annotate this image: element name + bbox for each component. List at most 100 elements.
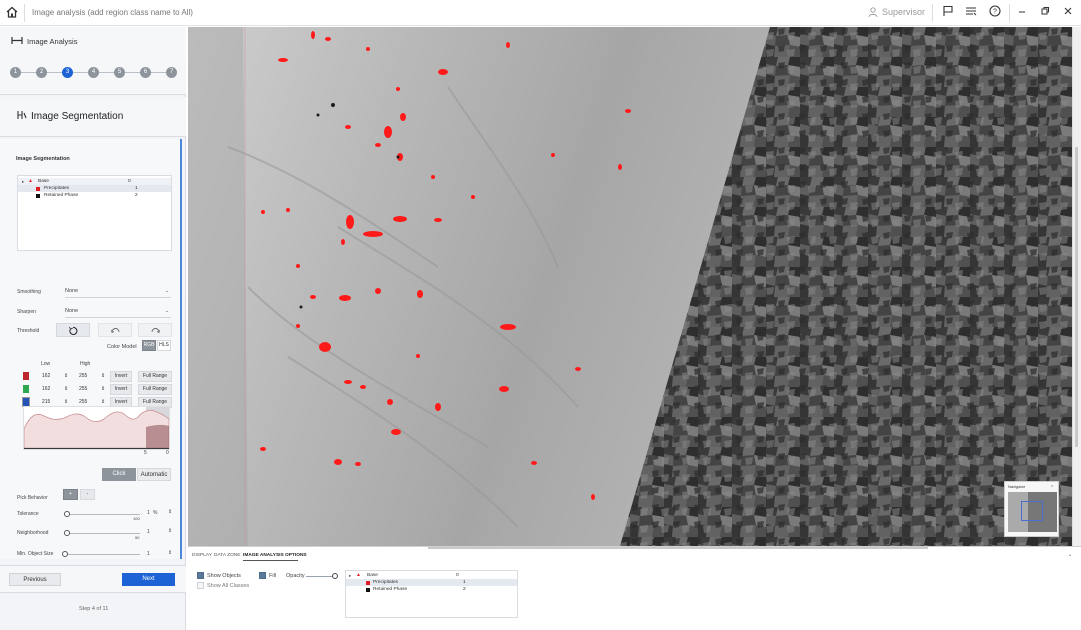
high-value[interactable]: 255 <box>79 371 87 382</box>
threshold-reset-button[interactable] <box>56 323 90 337</box>
click-mode-button[interactable]: Click <box>102 468 136 481</box>
spin-icon[interactable]: ⇕ <box>101 384 105 395</box>
navigator-label: Navigator <box>1008 484 1026 489</box>
full-range-button[interactable]: Full Range <box>138 371 172 382</box>
color-model-rgb[interactable]: RGB <box>142 340 156 351</box>
spin-icon[interactable]: ⇕ <box>168 550 172 556</box>
full-range-button[interactable]: Full Range <box>138 384 172 395</box>
step-counter: Step 4 of 11 <box>79 606 109 612</box>
invert-button[interactable]: Invert <box>110 371 132 382</box>
list-label: Base <box>367 573 378 578</box>
pick-remove-button[interactable]: - <box>80 489 95 500</box>
class-color-swatch <box>366 580 370 585</box>
step-5[interactable]: 5 <box>114 67 125 78</box>
spin-icon[interactable]: ⇕ <box>64 371 68 382</box>
navigator-thumbnail[interactable] <box>1008 492 1057 532</box>
class-tree[interactable]: ▸ ▲ Base 0 Precipitates 1 Retained Phase… <box>17 175 172 251</box>
opacity-slider[interactable] <box>306 573 338 579</box>
histogram-min: 5 <box>144 450 147 456</box>
show-objects-checkbox[interactable] <box>197 572 204 579</box>
previous-button[interactable]: Previous <box>9 573 61 586</box>
tolerance-slider[interactable] <box>64 511 140 517</box>
neighborhood-slider[interactable] <box>64 530 140 536</box>
redo-button[interactable] <box>138 323 172 337</box>
step-2[interactable]: 2 <box>36 67 47 78</box>
panel-title: Image Segmentation <box>16 156 70 162</box>
spin-icon[interactable]: ⇕ <box>101 371 105 382</box>
tab-image-analysis-options[interactable]: IMAGE ANALYSIS OPTIONS <box>243 553 307 558</box>
min-object-size-value[interactable]: 1 <box>147 551 150 557</box>
image-viewer[interactable]: Navigator × <box>188 27 1072 546</box>
list-row-retained-phase[interactable]: Retained Phase 2 <box>346 586 517 593</box>
min-object-size-slider[interactable] <box>62 551 140 557</box>
tree-row-retained-phase[interactable]: Retained Phase 2 <box>18 192 171 199</box>
tab-data-zone[interactable]: DATA ZONE <box>214 553 240 558</box>
tab-display[interactable]: DISPLAY <box>192 553 212 558</box>
automatic-mode-button[interactable]: Automatic <box>137 468 171 481</box>
close-icon[interactable]: × <box>1051 483 1053 488</box>
high-value[interactable]: 255 <box>79 384 87 395</box>
spin-icon[interactable]: ⇕ <box>168 528 172 534</box>
step-4[interactable]: 4 <box>88 67 99 78</box>
navigator-viewport[interactable] <box>1021 501 1043 521</box>
sharpen-dropdown[interactable]: None ⌄ <box>65 306 171 318</box>
slider-handle[interactable] <box>332 573 338 579</box>
smoothing-dropdown[interactable]: None ⌄ <box>65 286 171 298</box>
tree-row-precipitates[interactable]: Precipitates 1 <box>18 185 171 192</box>
slider-handle[interactable] <box>64 530 70 536</box>
minimize-icon[interactable] <box>1015 5 1029 19</box>
neighborhood-value[interactable]: 1 <box>147 529 150 535</box>
help-icon[interactable]: ? <box>988 5 1002 19</box>
slider-handle[interactable] <box>62 551 68 557</box>
navigator-panel[interactable]: Navigator × <box>1004 481 1059 537</box>
chevron-down-icon: ⌄ <box>164 288 169 294</box>
class-list[interactable]: ▸ ▲ Base 0 Precipitates 1 Retained Phase… <box>345 570 518 618</box>
tolerance-value[interactable]: 1 <box>147 510 150 516</box>
scrollbar-thumb[interactable] <box>1075 147 1078 447</box>
list-label: Precipitates <box>373 580 399 585</box>
step-7[interactable]: 7 <box>166 67 177 78</box>
pick-add-button[interactable]: + <box>63 489 78 500</box>
user-menu[interactable]: Supervisor <box>868 7 925 17</box>
horizontal-scrollbar[interactable] <box>428 547 928 549</box>
home-icon[interactable] <box>5 5 19 19</box>
window-title: Image analysis (add region class name to… <box>32 8 193 17</box>
tree-row-base[interactable]: ▸ ▲ Base 0 <box>18 178 171 185</box>
undo-icon <box>111 328 120 334</box>
spin-icon[interactable]: ⇕ <box>168 509 172 515</box>
wizard-nav: Previous Next <box>0 565 186 593</box>
close-icon[interactable] <box>1061 5 1075 19</box>
list-row-base[interactable]: ▸ ▲ Base 0 <box>346 572 517 579</box>
flag-icon[interactable] <box>941 5 955 19</box>
invert-button[interactable]: Invert <box>110 384 132 395</box>
min-object-size-label: Min. Object Size <box>17 551 54 557</box>
list-row-precipitates[interactable]: Precipitates 1 <box>346 579 517 586</box>
show-all-classes-checkbox[interactable] <box>197 582 204 589</box>
step-3[interactable]: 3 <box>62 67 73 78</box>
class-color-swatch <box>36 193 40 198</box>
spin-icon[interactable]: ⇕ <box>64 384 68 395</box>
low-value[interactable]: 162 <box>42 384 50 395</box>
show-objects-label: Show Objects <box>207 573 241 579</box>
step-1[interactable]: 1 <box>10 67 21 78</box>
smoothing-label: Smoothing <box>17 289 41 295</box>
vertical-scrollbar[interactable] <box>1072 27 1081 546</box>
histogram[interactable] <box>23 406 170 450</box>
slider-handle[interactable] <box>64 511 70 517</box>
blue-channel-swatch <box>22 397 30 407</box>
green-channel-swatch <box>23 385 29 393</box>
undo-button[interactable] <box>98 323 132 337</box>
fill-checkbox[interactable] <box>259 572 266 579</box>
micrograph-image[interactable] <box>188 27 1072 546</box>
tree-value: 0 <box>128 179 131 184</box>
low-value[interactable]: 162 <box>42 371 50 382</box>
sharpen-label: Sharpen <box>17 309 36 315</box>
bottom-panel: DISPLAY DATA ZONE IMAGE ANALYSIS OPTIONS… <box>188 546 1081 630</box>
collapse-icon[interactable]: ⌄ <box>1068 552 1072 558</box>
next-button[interactable]: Next <box>122 573 175 586</box>
restore-icon[interactable] <box>1038 5 1052 19</box>
color-model-hls[interactable]: HLS <box>157 340 171 351</box>
section-header: Image Segmentation <box>0 97 186 137</box>
list-icon[interactable] <box>964 5 978 19</box>
step-6[interactable]: 6 <box>140 67 151 78</box>
